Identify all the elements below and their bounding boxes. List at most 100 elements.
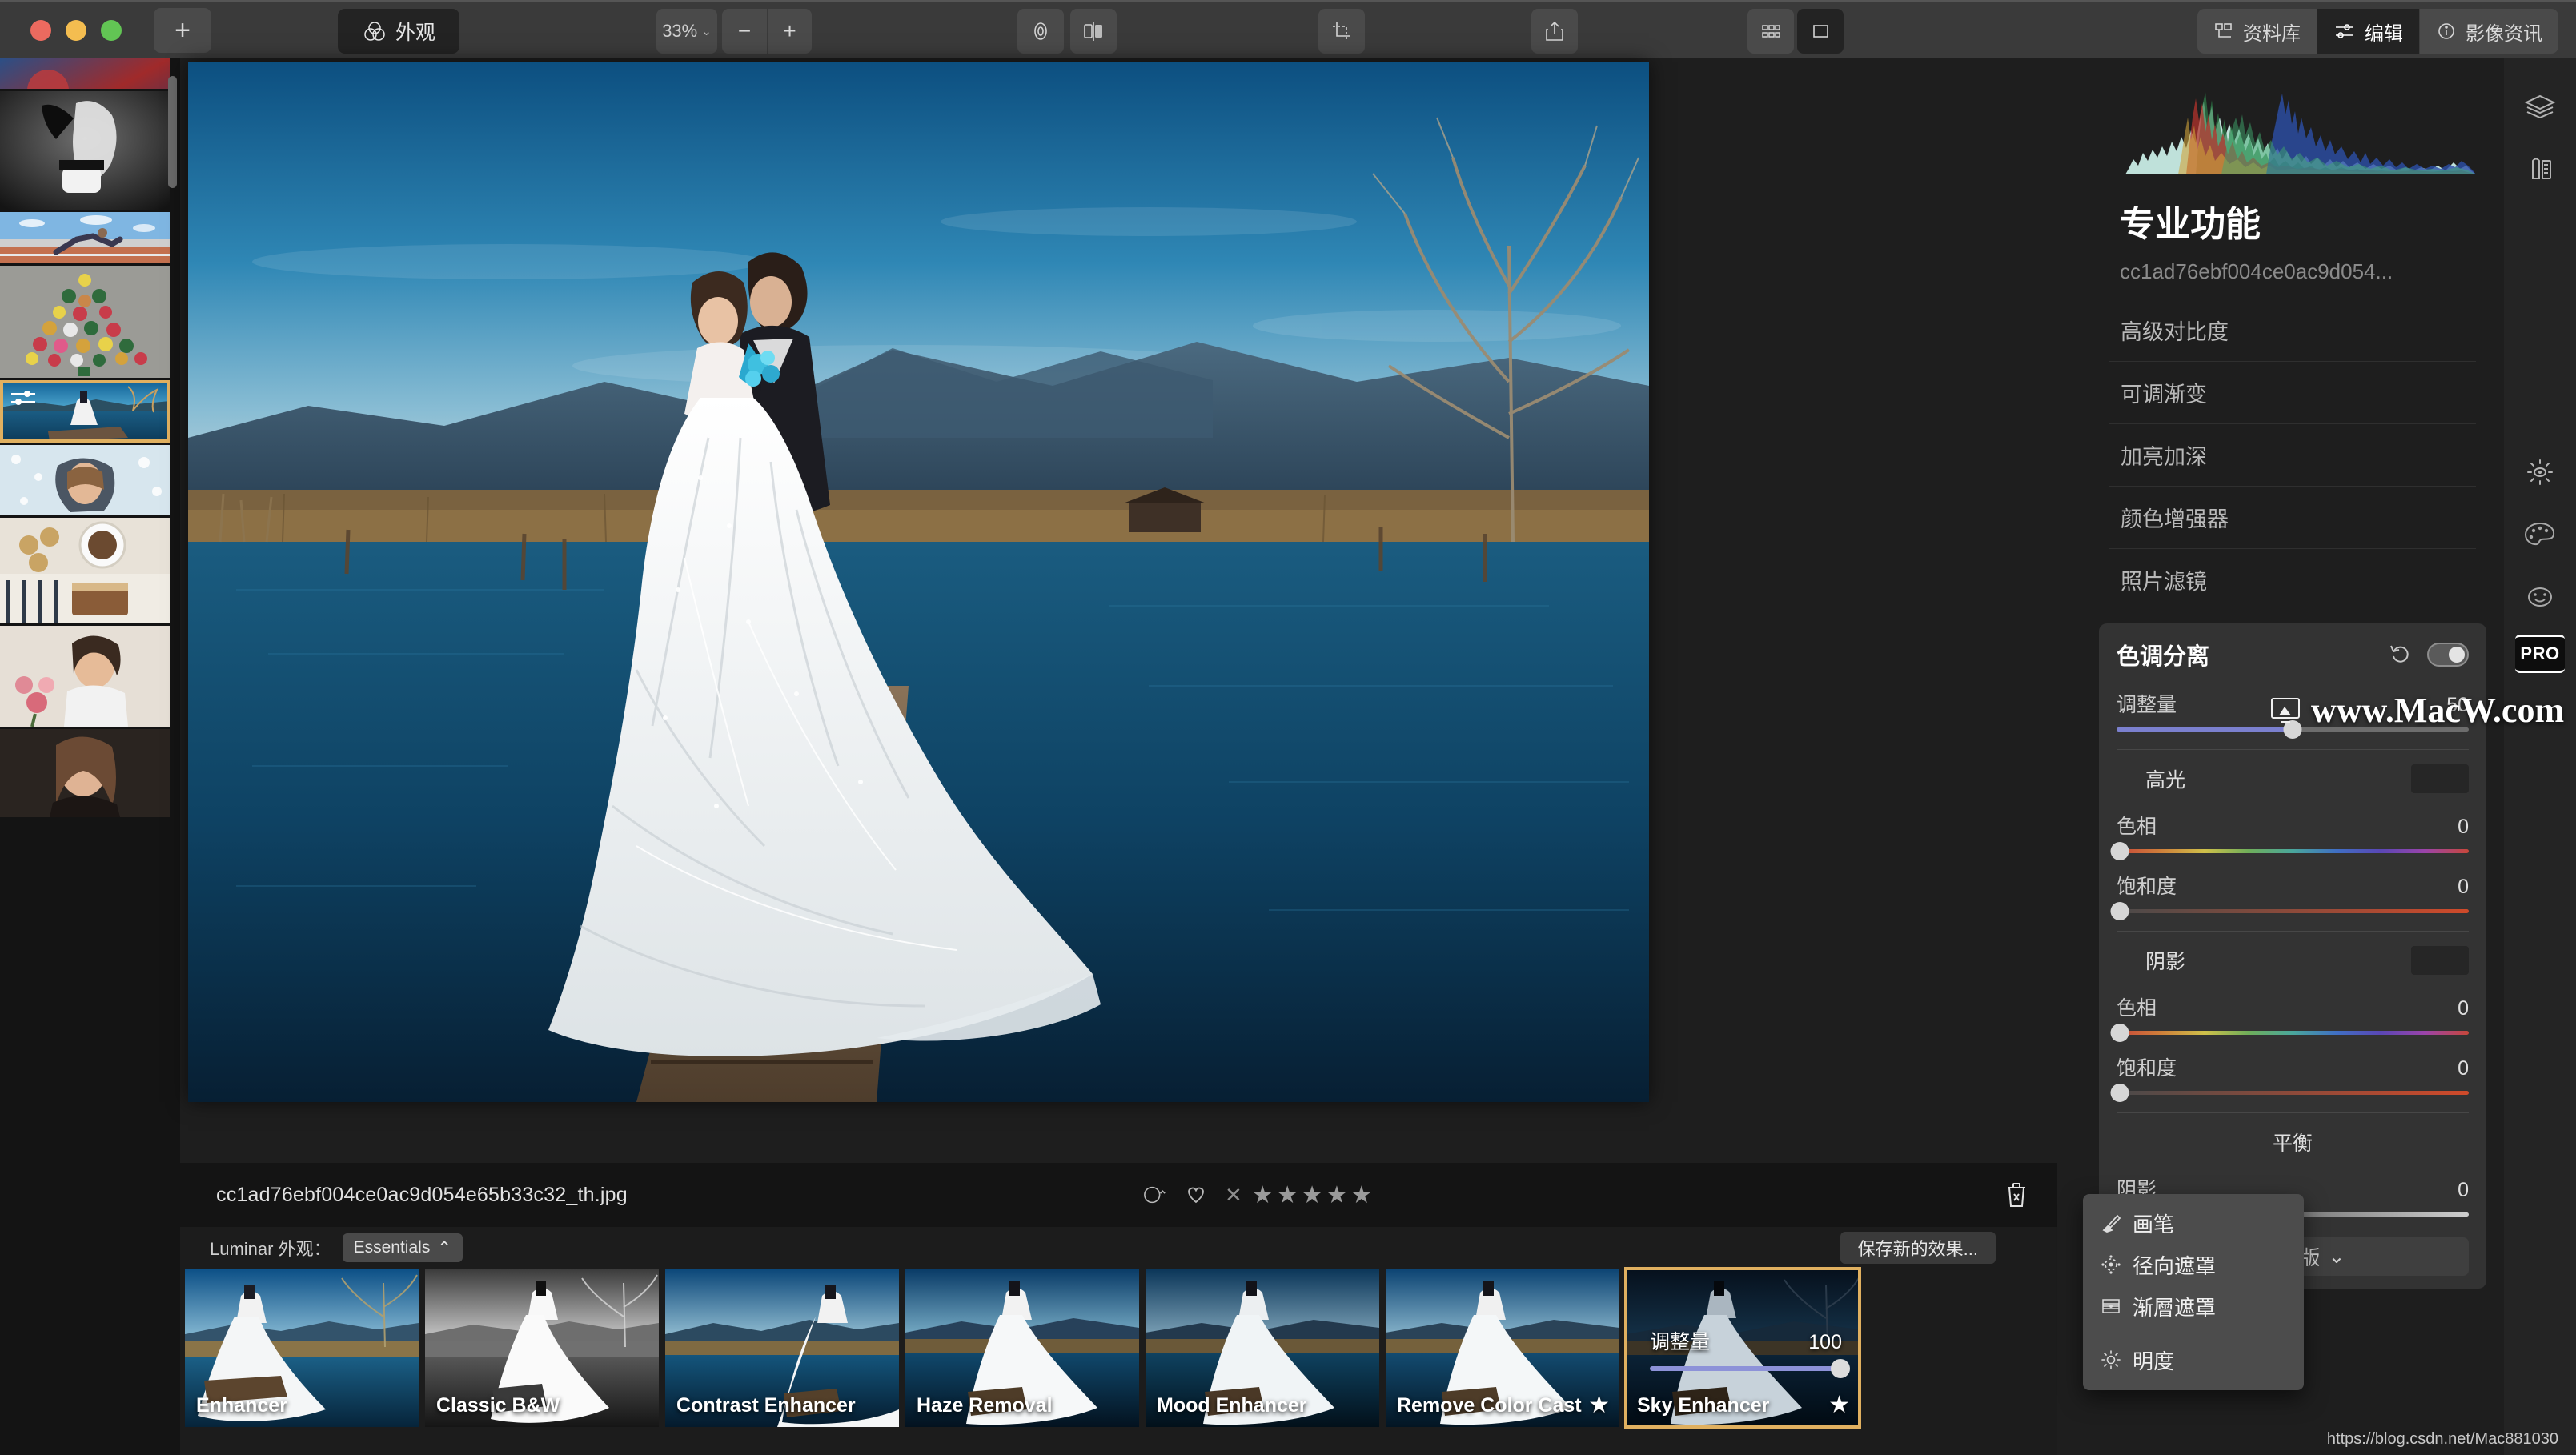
preset-amount-knob[interactable] <box>1831 1359 1850 1378</box>
highlights-saturation-track[interactable] <box>2110 902 2469 920</box>
preset-remove-color-cast[interactable]: Remove Color Cast ★ <box>1386 1269 1619 1427</box>
list-item[interactable] <box>0 518 170 623</box>
menu-item-brush[interactable]: 画笔 <box>2083 1202 2304 1244</box>
main-photo[interactable] <box>188 62 1649 1102</box>
list-item[interactable] <box>0 212 170 263</box>
maximize-window-button[interactable] <box>101 19 122 41</box>
eye-preview-button[interactable] <box>1017 9 1064 54</box>
filter-item-color-enhancer[interactable]: 颜色增强器 <box>2109 486 2476 548</box>
shadows-title: 阴影 <box>2145 951 2186 973</box>
shadows-color-swatch[interactable] <box>2411 946 2469 975</box>
module-toggle[interactable] <box>2427 643 2469 667</box>
preset-favorite-star[interactable]: ★ <box>1588 1391 1610 1419</box>
star-4[interactable]: ★ <box>1326 1181 1348 1209</box>
menu-item-luminosity[interactable]: 明度 <box>2083 1339 2304 1381</box>
toggle-knob <box>2449 647 2465 663</box>
looks-button-label: 外观 <box>395 22 435 44</box>
zoom-level-dropdown[interactable]: 33% ⌄ <box>656 9 717 54</box>
highlights-hue-track[interactable] <box>2110 842 2469 860</box>
filter-item-advanced-contrast[interactable]: 高级对比度 <box>2109 299 2476 361</box>
hue-value: 0 <box>2458 816 2469 838</box>
watermark-brand: www.MacW.com <box>2269 690 2564 731</box>
shadows-hue-knob[interactable] <box>2110 1024 2129 1042</box>
star-2[interactable]: ★ <box>1277 1181 1298 1209</box>
light-icon[interactable] <box>2504 441 2576 503</box>
shadows-saturation-track[interactable] <box>2110 1084 2469 1102</box>
color-palette-icon[interactable] <box>2504 503 2576 566</box>
preset-filmstrip[interactable]: Enhancer Classic B&W Contrast Enhancer H… <box>180 1267 2057 1455</box>
filter-label: 加亮加深 <box>2121 445 2207 469</box>
filter-item-photo-filter[interactable]: 照片滤镜 <box>2109 548 2476 611</box>
save-new-look-button[interactable]: 保存新的效果... <box>1840 1232 1996 1264</box>
mode-tabs: 资料库 编辑 影像资讯 <box>2197 9 2558 54</box>
list-item[interactable] <box>0 266 170 378</box>
list-item[interactable] <box>0 445 170 515</box>
zoom-in-button[interactable]: + <box>767 9 812 54</box>
tab-image-info[interactable]: 影像资讯 <box>2419 9 2558 54</box>
pro-badge[interactable]: PRO <box>2515 635 2565 673</box>
shadows-hue-track[interactable] <box>2110 1024 2469 1042</box>
preset-classic-bw[interactable]: Classic B&W <box>425 1269 659 1427</box>
preset-amount-slider[interactable]: 调整量 100 <box>1650 1326 1850 1378</box>
filter-list: 高级对比度 可调渐变 加亮加深 颜色增强器 照片滤镜 <box>2109 299 2476 611</box>
add-tab-button[interactable]: + <box>154 7 211 53</box>
list-item[interactable] <box>0 58 170 89</box>
preset-mood-enhancer[interactable]: Mood Enhancer <box>1146 1269 1379 1427</box>
list-item-selected[interactable] <box>0 380 170 443</box>
menu-item-radial-mask[interactable]: 径向遮罩 <box>2083 1244 2304 1285</box>
star-1[interactable]: ★ <box>1252 1181 1274 1209</box>
close-window-button[interactable] <box>30 19 51 41</box>
filter-item-dodge-burn[interactable]: 加亮加深 <box>2109 423 2476 486</box>
highlights-saturation-slider[interactable]: 饱和度 0 <box>2110 871 2469 920</box>
preset-favorite-star[interactable]: ★ <box>1828 1391 1850 1419</box>
tools-icon[interactable] <box>2504 138 2576 201</box>
preset-haze-removal[interactable]: Haze Removal <box>905 1269 1139 1427</box>
trash-icon[interactable] <box>2003 1180 2030 1209</box>
portrait-icon[interactable] <box>2504 566 2576 628</box>
looks-button[interactable]: 外观 <box>338 9 459 54</box>
preset-amount-track[interactable] <box>1650 1359 1850 1378</box>
highlights-color-swatch[interactable] <box>2411 764 2469 793</box>
looks-collection-dropdown[interactable]: Essentials ⌃ <box>342 1233 463 1262</box>
menu-item-gradient-mask[interactable]: 渐層遮罩 <box>2083 1285 2304 1327</box>
zoom-out-button[interactable]: − <box>722 9 767 54</box>
list-item[interactable] <box>0 626 170 727</box>
crop-button[interactable] <box>1318 9 1365 54</box>
share-button[interactable] <box>1531 9 1578 54</box>
minimize-window-button[interactable] <box>66 19 86 41</box>
shadows-saturation-slider[interactable]: 饱和度 0 <box>2110 1052 2469 1102</box>
shadows-saturation-knob[interactable] <box>2110 1084 2129 1102</box>
reject-button[interactable]: ✕ <box>1225 1183 1242 1208</box>
list-item[interactable] <box>0 729 170 817</box>
tab-image-info-label: 影像资讯 <box>2466 22 2542 45</box>
single-view-button[interactable] <box>1797 9 1844 54</box>
layers-icon[interactable] <box>2504 76 2576 138</box>
color-label-icon[interactable] <box>1143 1184 1167 1205</box>
tab-edit-label: 编辑 <box>2365 22 2403 45</box>
grid-view-button[interactable] <box>1747 9 1794 54</box>
tab-edit[interactable]: 编辑 <box>2317 9 2419 54</box>
preset-contrast-enhancer[interactable]: Contrast Enhancer <box>665 1269 899 1427</box>
compare-split-button[interactable] <box>1070 9 1117 54</box>
filter-item-adjustable-gradient[interactable]: 可调渐变 <box>2109 361 2476 423</box>
shadows-hue-slider[interactable]: 色相 0 <box>2110 992 2469 1042</box>
venn-looks-icon <box>362 18 387 44</box>
list-item[interactable] <box>0 91 170 210</box>
star-3[interactable]: ★ <box>1302 1181 1323 1209</box>
heart-icon[interactable] <box>1185 1184 1207 1205</box>
rating-controls: ✕ ★ ★ ★ ★ ★ <box>1143 1181 1375 1209</box>
highlights-saturation-knob[interactable] <box>2110 902 2129 920</box>
module-title: 色调分离 <box>2117 644 2210 670</box>
highlights-hue-slider[interactable]: 色相 0 <box>2110 811 2469 860</box>
highlights-hue-knob[interactable] <box>2110 842 2129 860</box>
filmstrip-scrollbar[interactable] <box>168 76 177 188</box>
mask-menu-popup[interactable]: 画笔 径向遮罩 渐層遮罩 明度 <box>2083 1194 2304 1390</box>
star-5[interactable]: ★ <box>1350 1181 1372 1209</box>
panel-subtitle: cc1ad76ebf004ce0ac9d054... <box>2120 259 2393 283</box>
preset-enhancer[interactable]: Enhancer <box>185 1269 419 1427</box>
zoom-controls: 33% ⌄ − + <box>656 9 812 54</box>
reset-icon[interactable] <box>2389 643 2413 666</box>
left-filmstrip[interactable] <box>0 58 180 1455</box>
preset-sky-enhancer-selected[interactable]: 调整量 100 Sky Enhancer ★ <box>1624 1267 1861 1429</box>
tab-library[interactable]: 资料库 <box>2197 9 2317 54</box>
